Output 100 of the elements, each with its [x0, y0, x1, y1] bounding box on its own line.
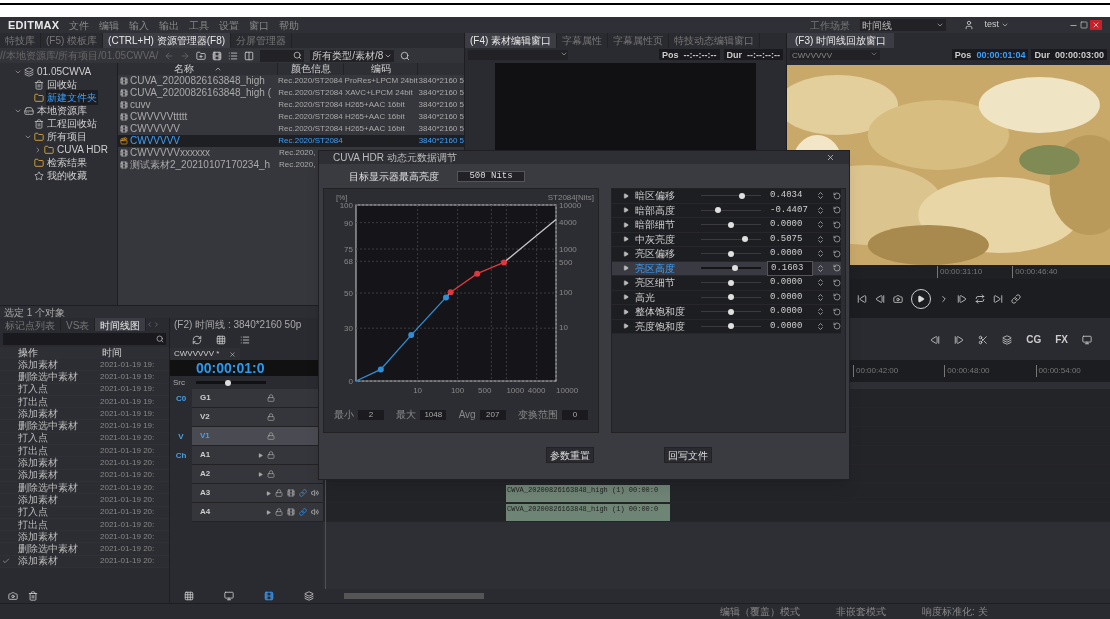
history-time: 2021-01-19 19: — [100, 422, 155, 431]
stat-label: Avg — [458, 408, 476, 422]
history-time: 2021-01-19 19: — [100, 397, 155, 406]
param-label: 亮区高度 — [635, 261, 676, 276]
tick-label: 100 — [339, 201, 353, 210]
stat-field: 1048 — [420, 409, 447, 420]
dur-display: Dur --:--:--:-- — [723, 49, 783, 60]
table-cell-text: 3840*2160 5 — [417, 123, 464, 135]
param-label: 亮区细节 — [635, 276, 676, 291]
param-label: 暗部高度 — [635, 203, 676, 218]
tick-label: 1000 — [559, 244, 577, 254]
field-label: 目标显示器最高亮度 — [349, 169, 439, 184]
table-cell: Rec.2020/ST2084 — [277, 111, 343, 123]
tick-label: 0 — [348, 377, 353, 386]
tick-label: 90 — [344, 218, 353, 228]
history-time: 2021-01-19 20: — [100, 532, 155, 541]
table-cell: Rec.2020/ST2084 — [277, 75, 343, 87]
table-cell-text: H265+AAC 16bit — [343, 123, 406, 135]
status-text: 编辑（覆盖）模式 — [720, 605, 800, 619]
file-name: CWVVVVV — [130, 124, 180, 134]
pos-display: Pos 00:00:01:04 — [951, 49, 1029, 60]
history-time: 2021-01-19 20: — [100, 446, 155, 455]
tick-label: 1000 — [506, 386, 525, 395]
tick-label: 500 — [559, 257, 573, 267]
history-action: 打入点 — [17, 384, 49, 395]
table-cell: Rec.2020/ST2084 — [277, 123, 343, 135]
file-name: cuvv — [130, 100, 151, 110]
history-time: 2021-01-19 20: — [100, 545, 155, 554]
tick-label: 50 — [344, 289, 353, 298]
table-cell-text: H265+AAC 16bit — [343, 99, 406, 111]
file-name: CUVA_20200826163848_high ( — [130, 88, 272, 98]
app-logo: EDITMAX — [8, 17, 60, 33]
stat-field: 207 — [479, 409, 506, 420]
stat-label: 最小 — [334, 408, 354, 422]
history-action: 打出点 — [17, 519, 49, 530]
file-name: 测试素材2_20210107170234_h — [130, 160, 271, 170]
history-action: 删除选中素材 — [17, 371, 79, 382]
tick-label: 10000 — [556, 386, 579, 395]
history-time: 2021-01-19 19: — [100, 385, 155, 394]
param-label: 暗区偏移 — [635, 189, 676, 204]
param-label: 亮区偏移 — [635, 247, 676, 262]
param-label: 亮度饱和度 — [635, 319, 686, 334]
tick-label: 100 — [559, 287, 573, 297]
history-time: 2021-01-19 20: — [100, 483, 155, 492]
history-action: 删除选中素材 — [17, 482, 79, 493]
history-action: 删除选中素材 — [17, 544, 79, 555]
history-action: 添加素材 — [17, 494, 59, 505]
pos-display: Pos --:--:--:-- — [659, 49, 720, 60]
table-cell-text: XAVC+LPCM 24bit — [343, 87, 414, 99]
history-time: 2021-01-19 20: — [100, 557, 155, 566]
dur-display: Dur 00:00:03:00 — [1031, 49, 1107, 60]
ruler-label: 00:00:48:00 — [944, 365, 990, 377]
status-text: 选定 1 个对象 — [3, 305, 66, 320]
stat-field: 0 — [562, 409, 588, 420]
table-cell-text: 3840*2160 5 — [417, 111, 464, 123]
axis-label: [%] — [336, 193, 348, 202]
stat-label: 变换范围 — [518, 408, 558, 422]
stat-field: 2 — [358, 409, 384, 420]
table-cell: Rec.2020/ST2084 — [277, 135, 343, 147]
history-time: 2021-01-19 20: — [100, 459, 155, 467]
tick-label: 10000 — [559, 201, 582, 210]
file-name: CWVVVVVxxxxxx — [130, 148, 210, 158]
history-action: 添加素材 — [17, 531, 59, 542]
file-name: CWVVVVttttt — [130, 112, 188, 122]
axis-label: ST2084[Nits] — [547, 193, 594, 202]
tick-label: 100 — [450, 386, 465, 395]
param-label: 中灰亮度 — [635, 232, 676, 247]
scene-label: 工作场景 — [810, 18, 851, 33]
table-cell-text: 3840*2160 5 — [417, 99, 464, 111]
history-time: 2021-01-19 20: — [100, 471, 155, 480]
tick-label: 68 — [344, 257, 353, 267]
history-action: 删除选中素材 — [17, 421, 79, 432]
history-time: 2021-01-19 20: — [100, 495, 155, 504]
history-action: 添加素材 — [17, 408, 59, 419]
history-action: 添加素材 — [17, 458, 59, 468]
history-action: 打出点 — [17, 445, 49, 456]
file-name: CWVVVVV — [130, 136, 180, 146]
history-action: 打入点 — [17, 433, 49, 444]
table-cell-text: H265+AAC 16bit — [343, 111, 406, 123]
param-label: 整体饱和度 — [635, 305, 686, 320]
tick-label: 500 — [478, 386, 492, 395]
history-time: 2021-01-19 19: — [100, 360, 155, 369]
table-cell: Rec.2020/ST2084 — [277, 87, 343, 99]
table-cell-text: 3840*2160 5 — [417, 87, 464, 99]
table-cell-text: ProRes+LPCM 24bit — [343, 75, 417, 87]
tick-label: 10 — [413, 386, 423, 395]
stat-label: 最大 — [396, 408, 417, 422]
tick-label: 75 — [344, 245, 353, 254]
file-name: CUVA_20200826163848_high — [130, 76, 265, 86]
tick-label: 30 — [344, 324, 353, 334]
src-label: Src — [172, 376, 186, 389]
status-text: 非嵌套模式 — [836, 605, 886, 619]
ruler-label: 00:00:31:10 — [937, 266, 983, 278]
param-label: 暗部细节 — [635, 218, 676, 233]
table-cell: Rec.2020/ST2084 — [277, 99, 343, 111]
timecode: 00:00:01:0 — [195, 358, 265, 378]
history-time: 2021-01-19 20: — [100, 508, 155, 517]
table-cell-text: 3840*2160 5 — [417, 135, 464, 147]
tick-label: 4000 — [527, 386, 546, 395]
history-action: 添加素材 — [17, 470, 59, 481]
